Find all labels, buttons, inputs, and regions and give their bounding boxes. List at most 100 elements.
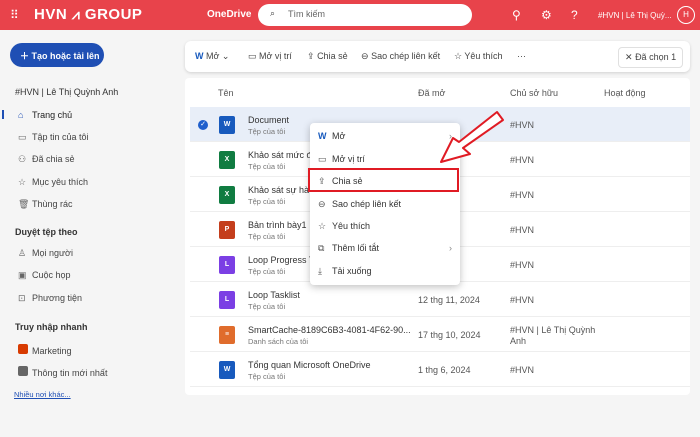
file-type-icon: ≡ [219,326,235,344]
sidebar-item-trash[interactable]: 🗑 Thùng rác [18,199,73,210]
folder-icon: ▭ [18,132,27,142]
column-activity[interactable]: Hoạt động [604,88,646,98]
sidebar-item-media[interactable]: ⊡ Phương tiện [18,293,82,304]
file-type-icon: X [219,151,235,169]
owner: #HVN [510,155,535,165]
annotation-arrow [440,111,504,163]
table-row[interactable]: ≡ SmartCache-8189C6B3-4081-4F62-90... Danh… [190,317,690,352]
word-icon: W [195,51,204,61]
gear-icon[interactable]: ⚙ [541,8,552,22]
copy-link-button[interactable]: ⊖ Sao chép liên kết [361,51,440,62]
opened-date: 1 thg 6, 2024 [418,365,471,375]
file-type-icon: P [219,221,235,239]
command-bar: W Mở ⌄ ▭ Mở vị trí ⇪ Chia sẻ ⊖ Sao chép … [185,41,690,72]
folder-open-icon: ▭ [248,51,257,61]
owner: #HVN [510,190,535,200]
owner: #HVN [510,120,535,130]
file-name[interactable]: Document [248,115,289,125]
owner: #HVN [510,295,535,305]
open-location-button[interactable]: ▭ Mở vị trí [248,51,292,62]
menu-download[interactable]: ⤓ Tải xuống [318,266,452,277]
file-type-icon: L [219,291,235,309]
chevron-right-icon: › [449,243,452,253]
more-places-link[interactable]: Nhiều nơi khác... [14,390,71,399]
brand-logo: HVN ⩘ GROUP [34,6,143,23]
search-icon: ⌕ [270,8,276,18]
clear-selection-button[interactable]: ✕ Đã chọn 1 [618,47,684,68]
help-icon[interactable]: ? [571,8,578,22]
folder-open-icon: ▭ [318,154,327,164]
star-icon: ☆ [318,221,327,231]
menu-open[interactable]: W Mở › [318,131,452,141]
file-location: Tệp của tôi [248,267,286,276]
table-row[interactable]: W Tổng quan Microsoft OneDrive Tệp của tôi… [190,352,690,387]
file-name[interactable]: Tổng quan Microsoft OneDrive [248,360,371,370]
quick-item-news[interactable]: Thông tin mới nhất [18,366,107,378]
file-location: Tệp của tôi [248,197,286,206]
opened-date: 12 thg 11, 2024 [418,295,480,305]
file-type-icon: L [219,256,235,274]
close-icon: ✕ [625,52,633,62]
owner: #HVN [510,225,535,235]
person-icon: ♙ [18,248,27,258]
file-location: Tệp của tôi [248,302,286,311]
owner: #HVN [510,365,535,375]
image-icon: ⊡ [18,293,26,303]
search-input[interactable]: ⌕ Tìm kiếm [258,4,472,26]
sidebar-item-meetings[interactable]: ▣ Cuộc họp [18,270,71,281]
sidebar-item-favorites[interactable]: ☆ Mục yêu thích [18,177,88,188]
file-name[interactable]: Loop Tasklist [248,290,300,300]
checkmark-icon[interactable]: ✓ [198,120,208,130]
file-location: Tệp của tôi [248,162,286,171]
download-icon: ⤓ [318,266,322,276]
favorite-button[interactable]: ☆ Yêu thích [454,51,502,62]
app-name[interactable]: OneDrive [207,9,251,20]
owner: #HVN [510,260,535,270]
create-upload-button[interactable]: ＋ Tạo hoặc tải lên [10,43,104,67]
menu-add-shortcut[interactable]: ⧉ Thêm lối tắt › [318,243,452,254]
star-icon: ☆ [18,177,27,187]
file-type-icon: X [219,186,235,204]
menu-copy-link[interactable]: ⊖ Sao chép liên kết [318,199,452,210]
file-location: Tệp của tôi [248,232,286,241]
word-icon: W [318,131,327,141]
file-location: Tệp của tôi [248,372,286,381]
active-indicator [2,110,4,119]
table-row[interactable]: L Loop Tasklist Tệp của tôi 12 thg 11, 2024… [190,282,690,317]
app-launcher-icon[interactable]: ⠿ [10,8,19,22]
column-owner[interactable]: Chủ sở hữu [510,88,558,98]
menu-open-location[interactable]: ▭ Mở vị trí [318,154,452,165]
calendar-icon: ▣ [18,270,27,280]
link-icon: ⊖ [318,199,326,209]
sidebar-item-home[interactable]: ⌂ Trang chủ [18,110,72,120]
file-type-icon: W [219,116,235,134]
file-location: Danh sách của tôi [248,337,309,346]
open-button[interactable]: W Mở ⌄ [195,51,229,62]
people-icon: ⚇ [18,154,27,164]
top-bar: ⠿ HVN ⩘ GROUP OneDrive ⌕ Tìm kiếm ⚲ ⚙ ? #… [0,0,700,30]
sidebar-item-shared[interactable]: ⚇ Đã chia sẻ [18,154,75,165]
highlight-box [308,168,459,192]
sidebar-item-my-files[interactable]: ▭ Tập tin của tôi [18,132,89,143]
file-name[interactable]: SmartCache-8189C6B3-4081-4F62-90... [248,325,411,335]
home-icon: ⌂ [18,110,24,120]
star-icon: ☆ [454,51,463,61]
account-title: #HVN | Lê Thị Quỳnh Anh [15,87,119,97]
browse-heading: Duyệt tệp theo [15,227,78,237]
quick-item-marketing[interactable]: Marketing [18,344,72,356]
column-name[interactable]: Tên [218,88,234,98]
file-name[interactable]: Bản trình bày1 [248,220,307,230]
more-button[interactable]: ··· [517,51,526,61]
file-name[interactable]: Loop Progress T [248,255,314,265]
menu-favorite[interactable]: ☆ Yêu thích [318,221,452,232]
diagnostics-icon[interactable]: ⚲ [512,8,521,22]
column-opened[interactable]: Đã mở [418,88,445,98]
file-name[interactable]: Khảo sát sự hà [248,185,309,195]
avatar[interactable]: H [677,6,695,24]
share-button[interactable]: ⇪ Chia sẻ [307,51,348,62]
file-name[interactable]: Khảo sát mức đ [248,150,312,160]
account-name[interactable]: #HVN | Lê Thị Quỳ... [598,11,672,20]
quick-access-heading: Truy nhập nhanh [15,322,88,332]
sidebar-item-people[interactable]: ♙ Mọi người [18,248,73,259]
opened-date: 17 thg 10, 2024 [418,330,481,340]
